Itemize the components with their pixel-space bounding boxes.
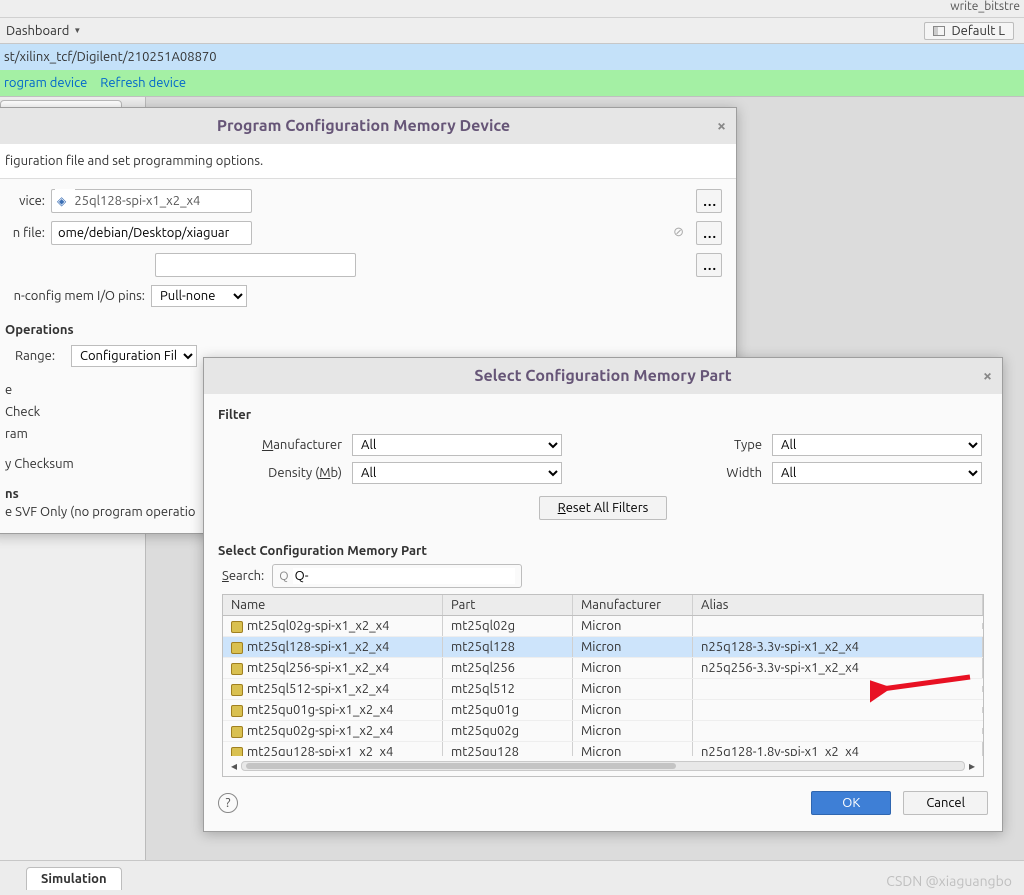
dialog-title: Select Configuration Memory Part × <box>204 358 1002 394</box>
select-memory-part-dialog: Select Configuration Memory Part × Filte… <box>203 357 1003 832</box>
memory-device-field[interactable] <box>51 189 252 213</box>
search-input-wrap: Q <box>272 564 522 588</box>
bottom-tab-bar: Simulation <box>0 860 1024 895</box>
dashboard-menu[interactable]: Dashboard <box>6 24 69 38</box>
chip-icon <box>231 621 243 633</box>
prm-file-field[interactable] <box>155 253 356 277</box>
default-layout-label: Default L <box>951 24 1005 38</box>
close-icon[interactable]: × <box>717 117 726 135</box>
table-row[interactable]: mt25qu01g-spi-x1_x2_x4mt25qu01gMicron <box>223 700 983 721</box>
col-alias[interactable]: Alias <box>693 595 983 615</box>
density-select[interactable]: All <box>352 462 562 484</box>
reset-filters-button[interactable]: Reset All Filters <box>539 496 668 520</box>
address-range-label: Range: <box>5 349 65 363</box>
manufacturer-select[interactable]: All <box>352 434 562 456</box>
action-link-bar: rogram device Refresh device <box>0 70 1024 96</box>
scroll-right-icon[interactable]: ▸ <box>965 759 979 773</box>
browse-device-button[interactable]: … <box>696 189 722 213</box>
top-cutoff-text: write_bitstre <box>0 0 1024 18</box>
ok-button[interactable]: OK <box>811 791 891 815</box>
config-file-label: n file: <box>5 226 45 240</box>
horizontal-scrollbar[interactable]: ◂ ▸ <box>223 756 983 776</box>
width-select[interactable]: All <box>772 462 982 484</box>
select-part-header: Select Configuration Memory Part <box>204 526 1002 562</box>
col-part[interactable]: Part <box>443 595 573 615</box>
layout-icon <box>933 26 945 36</box>
chip-icon <box>231 726 243 738</box>
chip-icon: ◈ <box>57 194 66 208</box>
clear-icon[interactable]: ⊘ <box>673 225 684 240</box>
table-header: Name Part Manufacturer Alias <box>223 595 983 616</box>
type-label: Type <box>642 438 762 452</box>
chip-icon <box>231 663 243 675</box>
watermark: CSDN @xiaguangbo <box>886 873 1012 889</box>
table-row[interactable]: mt25qu128-spi-x1_x2_x4mt25qu128Micronn25… <box>223 742 983 756</box>
state-pins-select[interactable]: Pull-none <box>151 285 247 307</box>
dialog-title: Program Configuration Memory Device × <box>0 108 736 144</box>
table-row[interactable]: mt25ql256-spi-x1_x2_x4mt25ql256Micronn25… <box>223 658 983 679</box>
program-ops-header: Operations <box>5 315 722 337</box>
density-label: Density (Mb) <box>222 466 342 480</box>
table-row[interactable]: mt25ql128-spi-x1_x2_x4mt25ql128Micronn25… <box>223 637 983 658</box>
table-row[interactable]: mt25ql512-spi-x1_x2_x4mt25ql512Micron <box>223 679 983 700</box>
chip-icon <box>231 705 243 717</box>
state-pins-label: n-config mem I/O pins: <box>5 289 145 303</box>
device-path[interactable]: st/xilinx_tcf/Digilent/210251A08870 <box>0 44 1024 70</box>
width-label: Width <box>642 466 762 480</box>
filter-header: Filter <box>204 408 1002 428</box>
memory-device-label: vice: <box>5 194 45 208</box>
table-body: mt25ql02g-spi-x1_x2_x4mt25ql02gMicronmt2… <box>223 616 983 756</box>
table-row[interactable]: mt25ql02g-spi-x1_x2_x4mt25ql02gMicron <box>223 616 983 637</box>
chip-icon <box>231 642 243 654</box>
chevron-down-icon: ▼ <box>73 26 81 35</box>
col-mfr[interactable]: Manufacturer <box>573 595 693 615</box>
cancel-button[interactable]: Cancel <box>903 791 988 815</box>
table-row[interactable]: mt25qu02g-spi-x1_x2_x4mt25qu02gMicron <box>223 721 983 742</box>
col-name[interactable]: Name <box>223 595 443 615</box>
refresh-device-link[interactable]: Refresh device <box>100 76 186 90</box>
main-canvas: ▣ ▯ ▭ × Program Configuration Memory Dev… <box>0 96 1024 876</box>
browse-prm-button[interactable]: … <box>696 253 722 277</box>
annotation-arrow-icon <box>870 669 980 709</box>
dialog-hint: figuration file and set programming opti… <box>5 154 263 168</box>
search-icon: Q <box>279 570 288 583</box>
default-layout-button[interactable]: Default L <box>924 22 1014 40</box>
browse-config-button[interactable]: … <box>696 221 722 245</box>
simulation-tab[interactable]: Simulation <box>26 867 122 890</box>
help-icon[interactable]: ? <box>218 793 238 813</box>
menu-bar: Dashboard ▼ Default L <box>0 18 1024 44</box>
search-input[interactable] <box>293 568 516 584</box>
manufacturer-label: Manufacturer <box>222 438 342 452</box>
close-icon[interactable]: × <box>983 367 992 385</box>
type-select[interactable]: All <box>772 434 982 456</box>
program-device-link[interactable]: rogram device <box>4 76 87 90</box>
search-label: Search: <box>222 569 264 583</box>
address-range-select[interactable]: Configuration File <box>71 345 197 367</box>
config-file-field[interactable] <box>51 221 252 245</box>
scroll-left-icon[interactable]: ◂ <box>227 759 241 773</box>
chip-icon <box>231 684 243 696</box>
chip-icon <box>231 747 243 756</box>
